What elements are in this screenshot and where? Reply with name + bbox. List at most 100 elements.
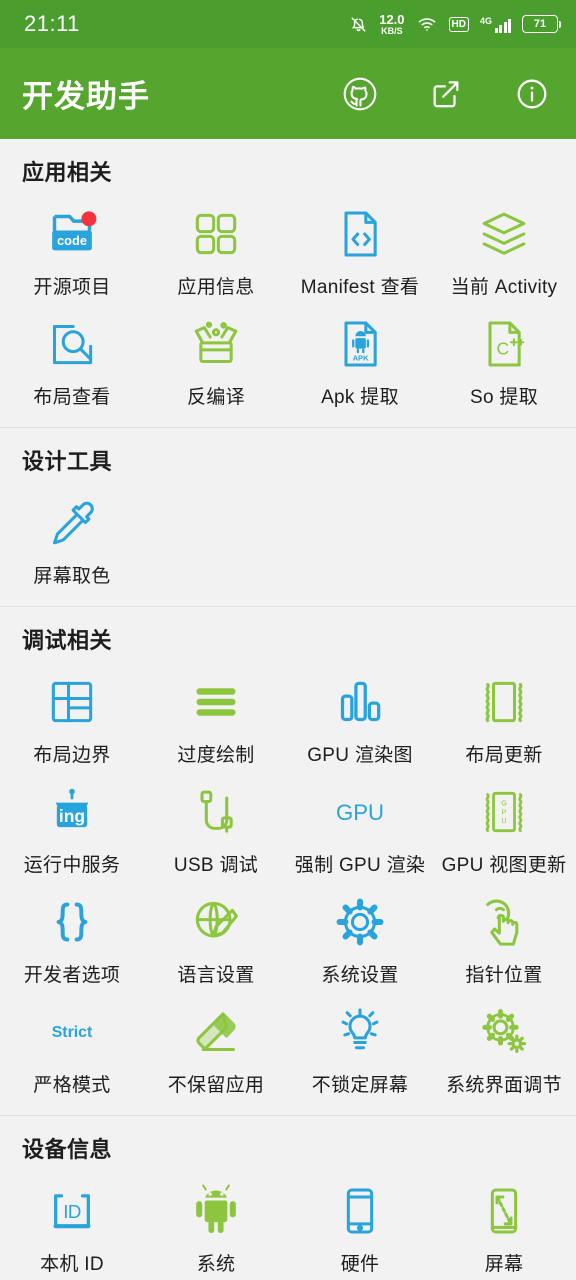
grid-item-label: Manifest 查看 bbox=[300, 277, 420, 298]
layers-icon bbox=[473, 203, 535, 265]
grid-item-label: 过度绘制 bbox=[177, 745, 255, 766]
svg-text:ing: ing bbox=[59, 806, 85, 826]
grid-item[interactable]: USB 调试 bbox=[144, 773, 288, 883]
cpp-file-icon: C bbox=[473, 313, 535, 375]
svg-text:ID: ID bbox=[63, 1201, 81, 1222]
grid-item-label: GPU 渲染图 bbox=[307, 745, 413, 766]
grid-item[interactable]: 应用信息 bbox=[144, 195, 288, 305]
grid-item-label: USB 调试 bbox=[173, 855, 259, 876]
grid-item-label: 当前 Activity bbox=[450, 277, 558, 298]
braces-icon bbox=[41, 891, 103, 953]
grid-item[interactable]: 语言设置 bbox=[144, 883, 288, 993]
grid-item-label: 指针位置 bbox=[465, 965, 543, 986]
tap-pointer-icon bbox=[473, 891, 535, 953]
grid-item[interactable]: ID 本机 ID bbox=[0, 1172, 144, 1280]
battery-level: 71 bbox=[533, 18, 547, 30]
hd-badge: HD bbox=[448, 16, 469, 32]
svg-text:APK: APK bbox=[353, 353, 370, 362]
grid-item-label: 布局边界 bbox=[33, 745, 111, 766]
grid-item[interactable]: 屏幕 bbox=[432, 1172, 576, 1280]
grid-item[interactable]: APK Apk 提取 bbox=[288, 305, 432, 415]
grid-item[interactable]: GPU 渲染图 bbox=[288, 663, 432, 773]
grid-item[interactable]: 系统 bbox=[144, 1172, 288, 1280]
svg-text:GPU: GPU bbox=[336, 800, 384, 825]
manifest-file-icon bbox=[329, 203, 391, 265]
svg-text:C: C bbox=[497, 339, 510, 359]
grid-item[interactable]: Manifest 查看 bbox=[288, 195, 432, 305]
svg-text:P: P bbox=[502, 807, 507, 816]
network-type-label: 4G bbox=[479, 15, 492, 26]
app-root: 21:11 12.0 KB/S HD 4G 71 开发助手 应用相关 code … bbox=[0, 0, 576, 1280]
app-bar: 开发助手 bbox=[0, 48, 576, 139]
running-sign-icon: ing bbox=[41, 781, 103, 843]
grid-item[interactable]: C So 提取 bbox=[432, 305, 576, 415]
grid-item[interactable]: 系统设置 bbox=[288, 883, 432, 993]
layout-bounds-icon bbox=[41, 671, 103, 733]
section-grid: code 开源项目 应用信息 Manifest 查看 当前 Activity 布局查… bbox=[0, 195, 576, 415]
grid-item-label: 应用信息 bbox=[177, 277, 255, 298]
phone-icon bbox=[329, 1180, 391, 1242]
status-bar: 21:11 12.0 KB/S HD 4G 71 bbox=[0, 0, 576, 48]
section-grid: ID本机 ID 系统 硬件 屏幕 网络相关VM虚拟机 bbox=[0, 1172, 576, 1280]
info-icon[interactable] bbox=[512, 74, 552, 114]
grid-item-label: 系统界面调节 bbox=[446, 1075, 562, 1096]
grid-item[interactable]: 系统界面调节 bbox=[432, 993, 576, 1103]
grid-item[interactable]: Strict 严格模式 bbox=[0, 993, 144, 1103]
id-badge-icon: ID bbox=[41, 1180, 103, 1242]
code-folder-icon: code bbox=[41, 203, 103, 265]
network-speed-unit: KB/S bbox=[381, 25, 403, 36]
network-speed-indicator: 12.0 KB/S bbox=[379, 13, 404, 36]
grid-item-label: 系统 bbox=[196, 1254, 236, 1275]
share-icon[interactable] bbox=[426, 74, 466, 114]
github-icon[interactable] bbox=[340, 74, 380, 114]
grid-item[interactable]: 布局更新 bbox=[432, 663, 576, 773]
grid-item[interactable]: 布局边界 bbox=[0, 663, 144, 773]
section-title: 应用相关 bbox=[22, 160, 113, 185]
grid-item[interactable]: 反编译 bbox=[144, 305, 288, 415]
section-2: 调试相关 布局边界过度绘制 GPU 渲染图 布局更新 ing运行中服务 US bbox=[0, 607, 576, 1116]
strict-text-icon: Strict bbox=[41, 1001, 103, 1063]
svg-text:Strict: Strict bbox=[52, 1024, 93, 1041]
gears-tune-icon bbox=[473, 1001, 535, 1063]
section-1: 设计工具 屏幕取色 bbox=[0, 428, 576, 607]
globe-pencil-icon bbox=[185, 891, 247, 953]
layout-update-icon bbox=[473, 671, 535, 733]
grid-item[interactable]: code 开源项目 bbox=[0, 195, 144, 305]
gpu-bars-icon bbox=[329, 671, 391, 733]
grid-item[interactable]: 不锁定屏幕 bbox=[288, 993, 432, 1103]
status-bar-icons: 12.0 KB/S HD 4G 71 bbox=[349, 13, 561, 36]
grid-item-label: 本机 ID bbox=[40, 1254, 104, 1275]
grid-item[interactable]: 硬件 bbox=[288, 1172, 432, 1280]
svg-text:U: U bbox=[501, 816, 506, 825]
gpu-update-icon: G P U bbox=[473, 781, 535, 843]
grid-item[interactable]: 指针位置 bbox=[432, 883, 576, 993]
grid-item[interactable]: ing 运行中服务 bbox=[0, 773, 144, 883]
grid-item[interactable]: 布局查看 bbox=[0, 305, 144, 415]
android-robot-icon bbox=[185, 1180, 247, 1242]
grid-item[interactable]: 过度绘制 bbox=[144, 663, 288, 773]
grid-item[interactable]: 屏幕取色 bbox=[0, 484, 144, 594]
grid-item-label: 开源项目 bbox=[33, 277, 111, 298]
screen-size-icon bbox=[473, 1180, 535, 1242]
grid-item-label: 系统设置 bbox=[321, 965, 399, 986]
grid-item[interactable]: G P U GPU 视图更新 bbox=[432, 773, 576, 883]
grid-item-label: 屏幕 bbox=[484, 1254, 524, 1275]
eraser-icon bbox=[185, 1001, 247, 1063]
grid-item-label: 屏幕取色 bbox=[33, 566, 111, 587]
grid-item-label: 强制 GPU 渲染 bbox=[294, 855, 426, 876]
grid-item[interactable]: 当前 Activity bbox=[432, 195, 576, 305]
cellular-signal-icon: 4G bbox=[480, 16, 511, 33]
grid-item-label: 反编译 bbox=[187, 387, 245, 408]
grid-item-label: 不锁定屏幕 bbox=[311, 1075, 409, 1096]
bell-off-icon bbox=[349, 15, 368, 34]
grid-item[interactable]: GPU 强制 GPU 渲染 bbox=[288, 773, 432, 883]
battery-indicator: 71 bbox=[522, 15, 561, 33]
section-grid: 布局边界 过度绘制 GPU 渲染图 布局更新 ing 运行中服务 USB 调试 GPU… bbox=[0, 663, 576, 1103]
grid-item[interactable]: 不保留应用 bbox=[144, 993, 288, 1103]
grid-item-label: 开发者选项 bbox=[23, 965, 121, 986]
grid-item-label: 布局查看 bbox=[33, 387, 111, 408]
grid-item[interactable]: 开发者选项 bbox=[0, 883, 144, 993]
svg-text:G: G bbox=[501, 799, 507, 808]
status-time: 21:11 bbox=[24, 11, 80, 36]
apk-file-icon: APK bbox=[329, 313, 391, 375]
